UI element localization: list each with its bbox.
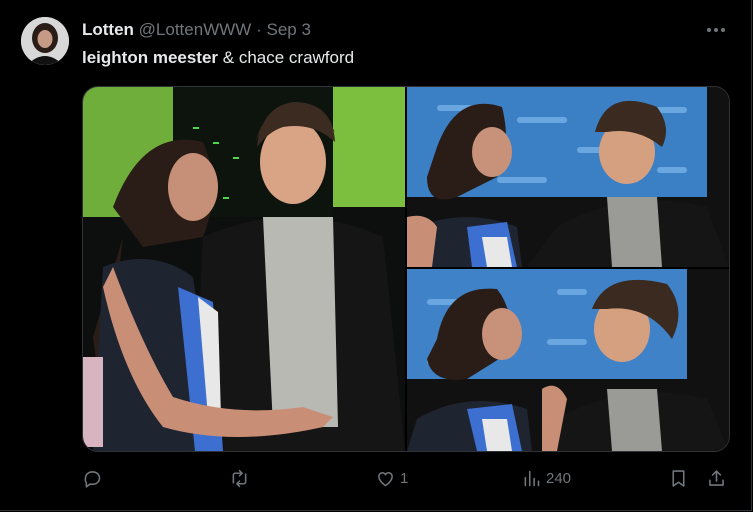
share-button[interactable] bbox=[706, 466, 727, 490]
bookmark-icon bbox=[672, 469, 685, 487]
display-name[interactable]: Lotten bbox=[82, 20, 134, 39]
like-button[interactable]: 1 bbox=[375, 466, 408, 490]
reply-icon bbox=[84, 470, 101, 488]
bookmark-button[interactable] bbox=[668, 466, 689, 490]
separator-dot: · bbox=[256, 20, 262, 39]
avatar[interactable] bbox=[21, 17, 69, 65]
action-bar: 1 240 bbox=[82, 466, 728, 490]
views-button[interactable]: 240 bbox=[521, 466, 571, 490]
avatar-image bbox=[21, 17, 69, 65]
photo-top-right[interactable] bbox=[407, 87, 729, 267]
reply-button[interactable] bbox=[82, 466, 103, 490]
tweet-header: Lotten @LottenWWW · Sep 3 bbox=[82, 19, 311, 41]
photo-bottom-right[interactable] bbox=[407, 269, 729, 451]
media-grid bbox=[82, 86, 730, 452]
share-icon bbox=[709, 469, 724, 486]
tweet-text-rest: & chace crawford bbox=[218, 48, 355, 67]
like-count: 1 bbox=[400, 469, 409, 487]
photo-large[interactable] bbox=[83, 87, 405, 451]
like-icon bbox=[378, 471, 393, 486]
tweet-date[interactable]: Sep 3 bbox=[266, 20, 310, 39]
view-count: 240 bbox=[546, 469, 572, 487]
views-icon bbox=[524, 470, 540, 486]
tweet-text-bold: leighton meester bbox=[82, 48, 219, 67]
tweet-text: leighton meester & chace crawford bbox=[82, 46, 354, 70]
retweet-icon bbox=[232, 469, 247, 487]
retweet-button[interactable] bbox=[229, 466, 250, 490]
more-icon[interactable] bbox=[704, 20, 728, 40]
user-handle[interactable]: @LottenWWW bbox=[139, 20, 252, 39]
